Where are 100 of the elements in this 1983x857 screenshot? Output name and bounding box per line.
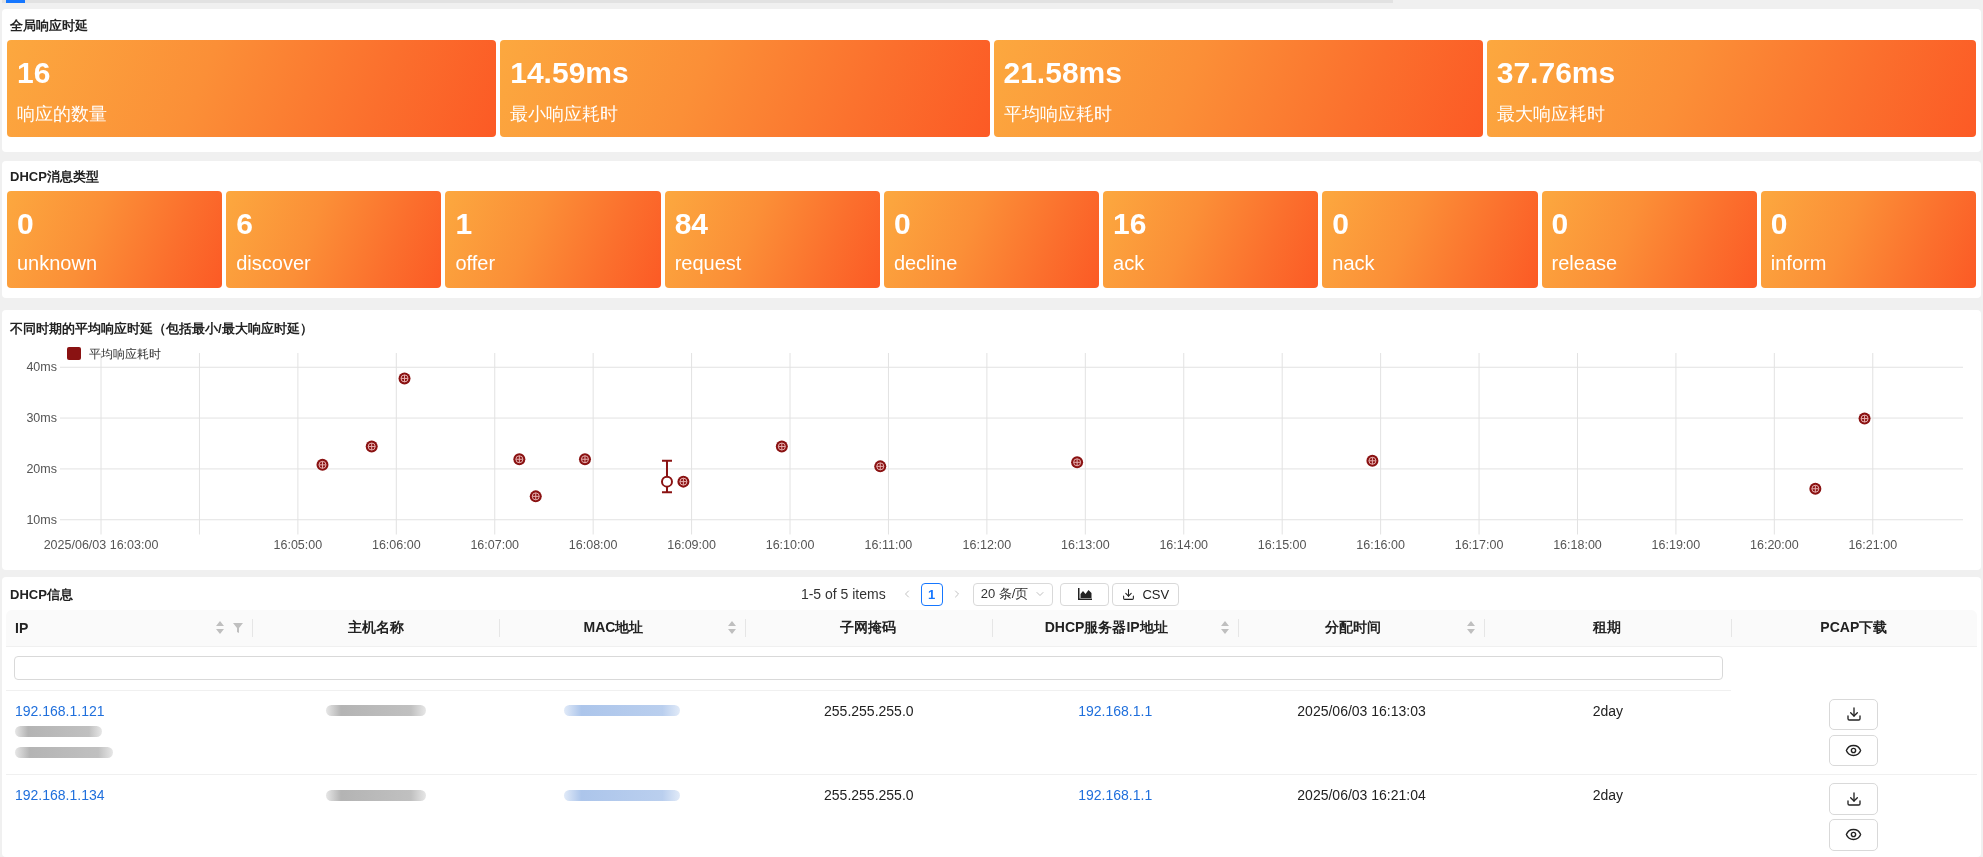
axis-tick-label: 16:08:00 (568, 538, 618, 552)
page-number-button[interactable]: 1 (920, 582, 943, 606)
data-point (1071, 456, 1084, 469)
data-point (1809, 482, 1822, 495)
preview-button[interactable] (1829, 819, 1879, 851)
export-csv-button[interactable]: CSV (1112, 582, 1180, 606)
stat-value: 14.59ms (510, 54, 629, 91)
download-icon (1845, 706, 1862, 723)
axis-tick-label: 16:05:00 (273, 538, 323, 552)
axis-tick-label: 16:07:00 (470, 538, 520, 552)
error-bar (661, 459, 673, 494)
page-size-select[interactable]: 20 条/页 (972, 582, 1054, 606)
stat-value: 16 (17, 54, 51, 91)
dhcp-server-link[interactable]: 192.168.1.1 (1078, 785, 1153, 805)
data-point (578, 453, 591, 466)
stat-value: 0 (1332, 206, 1349, 242)
panel-title: 不同时期的平均响应时延（包括最小/最大响应时延） (9, 320, 314, 337)
legend-label: 平均响应耗时 (89, 346, 161, 361)
stat-value: 0 (893, 206, 911, 242)
column-header: 子网掩码 (839, 618, 898, 637)
panel-title: DHCP消息类型 (9, 167, 100, 185)
stat-label: 最大响应耗时 (1496, 102, 1605, 126)
stat-value: 16 (1113, 206, 1147, 242)
stat-label: 平均响应耗时 (1003, 102, 1112, 126)
stat-value: 1 (455, 206, 473, 242)
axis-tick-label: 20ms (26, 461, 57, 476)
data-point (874, 460, 887, 473)
panel-title: DHCP信息 (9, 585, 74, 603)
stat-value: 0 (17, 206, 34, 242)
filter-icon[interactable] (233, 622, 244, 633)
axis-tick-label: 30ms (26, 411, 57, 426)
axis-tick-label: 16:19:00 (1651, 538, 1701, 552)
column-header: IP (15, 619, 30, 636)
pagination-summary: 1-5 of 5 items (800, 586, 886, 602)
stat-value: 37.76ms (1496, 54, 1616, 91)
axis-tick-label: 2025/06/03 16:03:00 (43, 538, 159, 552)
axis-tick-label: 16:10:00 (765, 538, 815, 552)
axis-tick-label: 40ms (26, 360, 57, 375)
data-point (398, 372, 411, 385)
stat-value: 0 (1770, 206, 1788, 242)
stat-label: release (1551, 251, 1618, 275)
axis-tick-label: 16:21:00 (1848, 538, 1898, 552)
dhcp-server-link[interactable]: 192.168.1.1 (1078, 700, 1153, 721)
data-point (365, 440, 378, 453)
data-point (529, 490, 542, 503)
stat-label: inform (1770, 251, 1827, 275)
axis-tick-label: 16:06:00 (371, 538, 421, 552)
stat-label: decline (893, 251, 958, 275)
column-header: PCAP下载 (1819, 618, 1889, 637)
download-icon (1845, 790, 1862, 807)
data-point (513, 453, 526, 466)
axis-tick-label: 16:14:00 (1159, 538, 1209, 552)
ip-link[interactable]: 192.168.1.121 (15, 700, 105, 721)
chart-button[interactable] (1060, 582, 1110, 606)
table-cell-text: 2day (1592, 786, 1624, 805)
table-cell-text: 255.255.255.0 (824, 701, 914, 721)
stat-label: nack (1332, 251, 1375, 275)
axis-tick-label: 16:09:00 (667, 538, 716, 552)
tab-indicator (6, 0, 25, 3)
axis-tick-label: 16:16:00 (1356, 538, 1405, 552)
stat-value: 84 (674, 206, 709, 242)
sort-icon[interactable] (1220, 621, 1229, 634)
preview-button[interactable] (1829, 734, 1879, 766)
sort-icon[interactable] (728, 621, 737, 634)
data-point (775, 440, 788, 453)
column-header: 主机名称 (346, 618, 405, 637)
stat-label: 响应的数量 (17, 102, 107, 126)
data-point (316, 458, 329, 471)
stat-label: ack (1113, 251, 1145, 275)
table-cell-text: 2day (1592, 701, 1624, 721)
axis-tick-label: 16:15:00 (1257, 538, 1307, 552)
table-cell-text: 2025/06/03 16:13:03 (1297, 701, 1426, 721)
axis-tick-label: 16:13:00 (1061, 538, 1110, 552)
stat-value: 0 (1551, 206, 1569, 242)
column-header: 分配时间 (1323, 618, 1382, 637)
stat-label: offer (455, 251, 496, 275)
download-button[interactable] (1829, 698, 1879, 730)
ip-link[interactable]: 192.168.1.134 (15, 785, 105, 805)
stat-label: request (674, 251, 742, 275)
sort-icon[interactable] (216, 621, 225, 634)
panel-title: 全局响应时延 (9, 17, 89, 34)
data-point (1366, 454, 1379, 467)
data-point (1858, 412, 1871, 425)
column-header: MAC地址 (582, 618, 645, 637)
column-header: DHCP服务器IP地址 (1043, 618, 1169, 637)
stat-label: discover (236, 251, 311, 275)
axis-tick-label: 10ms (26, 512, 57, 527)
stat-value: 21.58ms (1003, 54, 1122, 91)
filter-input[interactable] (14, 656, 1723, 680)
column-header: 租期 (1591, 618, 1623, 637)
axis-tick-label: 16:18:00 (1553, 538, 1602, 552)
data-point (677, 475, 690, 488)
stat-label: unknown (17, 251, 98, 275)
stat-value: 6 (236, 206, 253, 242)
data-point (661, 475, 673, 488)
sort-icon[interactable] (1467, 621, 1476, 634)
download-button[interactable] (1829, 783, 1879, 815)
axis-tick-label: 16:17:00 (1454, 538, 1504, 552)
axis-tick-label: 16:11:00 (864, 538, 913, 552)
stat-label: 最小响应耗时 (510, 102, 619, 126)
